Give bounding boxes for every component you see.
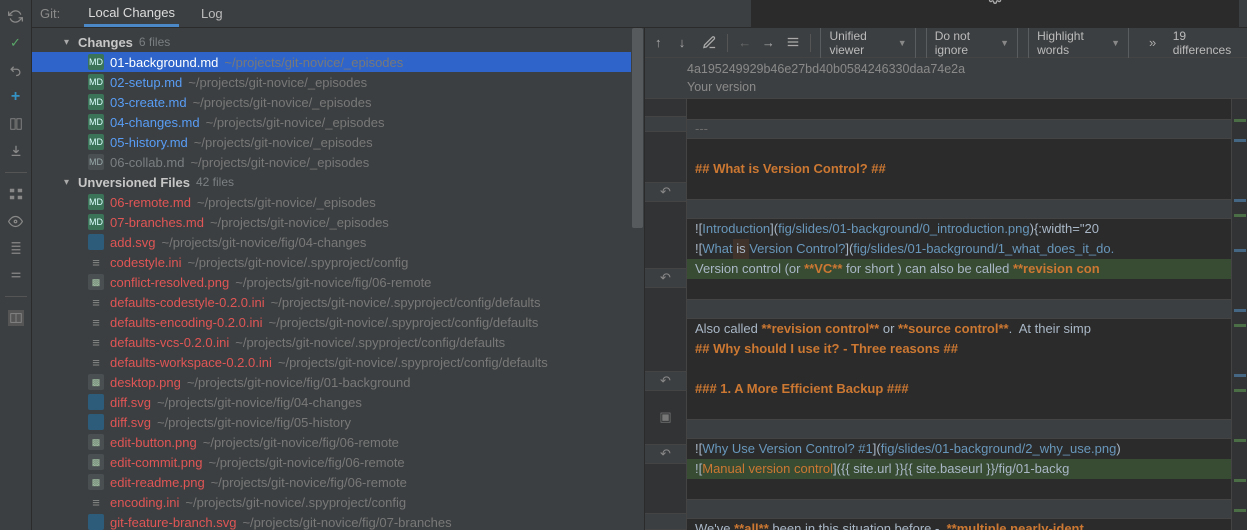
revert-chunk-icon[interactable]: ↶: [660, 182, 671, 202]
ignore-label: Do not ignore: [935, 29, 994, 57]
more-icon[interactable]: »: [1149, 35, 1163, 51]
viewer-mode-dropdown[interactable]: Unified viewer▼: [820, 28, 915, 60]
gutter-cell: ↶: [645, 371, 686, 391]
revert-chunk-icon[interactable]: ↶: [660, 444, 671, 464]
changes-panel: ▾Changes6 filesMD01-background.md~/proje…: [32, 28, 645, 530]
gutter-cell: [645, 480, 686, 497]
tab-log[interactable]: Log: [197, 1, 227, 27]
file-row[interactable]: ▩edit-commit.png~/projects/git-novice/fi…: [32, 452, 644, 472]
forward-icon[interactable]: →: [762, 35, 776, 51]
shelve-icon[interactable]: [8, 143, 24, 159]
file-row[interactable]: MD02-setup.md~/projects/git-novice/_epis…: [32, 72, 644, 92]
diff-count: 19 differences: [1173, 29, 1237, 57]
gutter-cell: [645, 165, 686, 182]
gutter-cell: ▣: [645, 407, 686, 427]
file-row[interactable]: MD01-background.md~/projects/git-novice/…: [32, 52, 644, 72]
file-row[interactable]: defaults-vcs-0.2.0.ini~/projects/git-nov…: [32, 332, 644, 352]
back-icon[interactable]: ←: [738, 35, 752, 51]
gutter-cell: [645, 464, 686, 481]
gutter-cell: [645, 497, 686, 514]
gutter-cell: ↶: [645, 268, 686, 288]
file-row[interactable]: defaults-encoding-0.2.0.ini~/projects/gi…: [32, 312, 644, 332]
file-row[interactable]: git-feature-branch.svg~/projects/git-nov…: [32, 512, 644, 530]
preview-icon[interactable]: [8, 310, 24, 326]
show-ignored-icon[interactable]: [8, 213, 24, 229]
diff-hash: 4a195249929b46e27bd40b0584246330daa74e2a: [645, 58, 1247, 80]
file-row[interactable]: MD06-remote.md~/projects/git-novice/_epi…: [32, 192, 644, 212]
gutter-cell: [645, 99, 686, 116]
file-row[interactable]: diff.svg~/projects/git-novice/fig/05-his…: [32, 412, 644, 432]
file-row[interactable]: MD04-changes.md~/projects/git-novice/_ep…: [32, 112, 644, 132]
gutter-cell: [645, 116, 686, 133]
git-label: Git:: [40, 6, 60, 21]
gear-icon[interactable]: [987, 0, 1003, 4]
diff-icon[interactable]: [8, 116, 24, 132]
file-row[interactable]: diff.svg~/projects/git-novice/fig/04-cha…: [32, 392, 644, 412]
highlight-dropdown[interactable]: Highlight words▼: [1028, 28, 1129, 60]
file-row[interactable]: ▩edit-readme.png~/projects/git-novice/fi…: [32, 472, 644, 492]
tool-gutter: ✓ +: [0, 0, 32, 530]
viewer-mode-label: Unified viewer: [829, 29, 891, 57]
gutter-cell: [645, 321, 686, 338]
git-tabbar: Git: Local Changes Log —: [32, 0, 1247, 28]
gutter-cell: [645, 149, 686, 166]
gutter-cell: [645, 132, 686, 149]
file-row[interactable]: ▩desktop.png~/projects/git-novice/fig/01…: [32, 372, 644, 392]
diff-lines[interactable]: ---## What is Version Control? ##![Intro…: [687, 99, 1231, 530]
gutter-cell: [645, 338, 686, 355]
highlight-label: Highlight words: [1037, 29, 1105, 57]
image-icon: ▣: [659, 407, 671, 427]
gutter-cell: [645, 218, 686, 235]
gutter-cell: [645, 202, 686, 219]
gutter-cell: [645, 427, 686, 444]
separator: [5, 172, 27, 173]
gutter-cell: [645, 288, 686, 305]
collapse-icon[interactable]: [8, 267, 24, 283]
your-version-label: Your version: [645, 80, 1247, 99]
tab-local-changes[interactable]: Local Changes: [84, 1, 179, 27]
collapse-unchanged-icon[interactable]: [786, 35, 800, 51]
next-diff-icon[interactable]: ↓: [679, 35, 693, 51]
gutter-cell: [645, 354, 686, 371]
separator: [5, 296, 27, 297]
expand-icon[interactable]: [8, 240, 24, 256]
refresh-icon[interactable]: [8, 8, 24, 24]
gutter-cell: [645, 251, 686, 268]
add-changelist-icon[interactable]: +: [8, 89, 24, 105]
gutter-cell: ↶: [645, 444, 686, 464]
file-row[interactable]: ▩edit-button.png~/projects/git-novice/fi…: [32, 432, 644, 452]
diff-minimap[interactable]: [1231, 99, 1247, 530]
diff-toolbar: ↑ ↓ ← → Unified viewer▼ Do not ignore▼ H…: [645, 28, 1247, 58]
group-header[interactable]: ▾Unversioned Files42 files: [32, 172, 644, 192]
file-row[interactable]: defaults-workspace-0.2.0.ini~/projects/g…: [32, 352, 644, 372]
revert-chunk-icon[interactable]: ↶: [660, 371, 671, 391]
group-header[interactable]: ▾Changes6 files: [32, 32, 644, 52]
scrollbar[interactable]: [631, 28, 644, 530]
revert-chunk-icon[interactable]: ↶: [660, 268, 671, 288]
diff-panel: ↑ ↓ ← → Unified viewer▼ Do not ignore▼ H…: [645, 28, 1247, 530]
file-row[interactable]: encoding.ini~/projects/git-novice/.spypr…: [32, 492, 644, 512]
gutter-cell: [645, 305, 686, 322]
gutter-cell: [645, 513, 686, 530]
gutter-cell: [645, 391, 686, 408]
file-row[interactable]: MD05-history.md~/projects/git-novice/_ep…: [32, 132, 644, 152]
ignore-dropdown[interactable]: Do not ignore▼: [926, 28, 1018, 60]
gutter-cell: [645, 235, 686, 252]
group-icon[interactable]: [8, 186, 24, 202]
file-row[interactable]: codestyle.ini~/projects/git-novice/.spyp…: [32, 252, 644, 272]
file-row[interactable]: ▩conflict-resolved.png~/projects/git-nov…: [32, 272, 644, 292]
file-row[interactable]: MD06-collab.md~/projects/git-novice/_epi…: [32, 152, 644, 172]
diff-gutter: ↶ ↶ ↶ ▣ ↶: [645, 99, 687, 530]
commit-icon[interactable]: ✓: [8, 35, 24, 51]
compare-icon[interactable]: [702, 35, 717, 51]
gutter-cell: ↶: [645, 182, 686, 202]
file-row[interactable]: MD03-create.md~/projects/git-novice/_epi…: [32, 92, 644, 112]
file-row[interactable]: add.svg~/projects/git-novice/fig/04-chan…: [32, 232, 644, 252]
file-row[interactable]: MD07-branches.md~/projects/git-novice/_e…: [32, 212, 644, 232]
revert-icon[interactable]: [8, 62, 24, 78]
prev-diff-icon[interactable]: ↑: [655, 35, 669, 51]
file-row[interactable]: defaults-codestyle-0.2.0.ini~/projects/g…: [32, 292, 644, 312]
